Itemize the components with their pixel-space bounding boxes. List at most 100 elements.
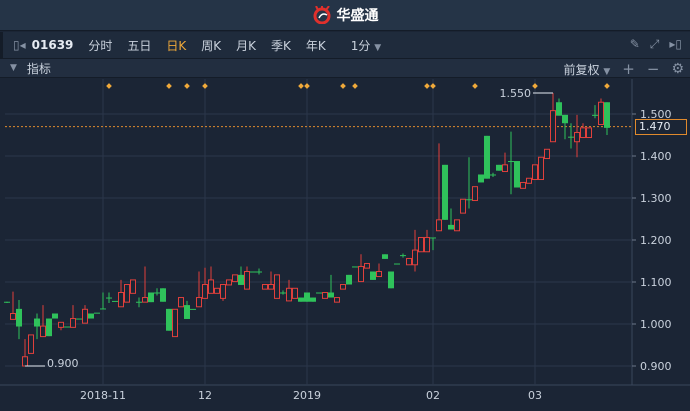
settings-gear-icon[interactable]: ⚙ <box>671 61 684 77</box>
candle-body-down <box>4 301 10 303</box>
tab-intraday[interactable]: 分时 <box>88 37 112 54</box>
y-tick-label: 1.300 <box>640 192 672 205</box>
candle-body-up <box>586 127 592 139</box>
candle-body-down <box>430 237 436 239</box>
indicator-toggle-icon[interactable]: ▼ <box>10 63 17 73</box>
candle-body-down <box>514 161 520 188</box>
candle-body-down <box>52 313 58 319</box>
candle-body-up <box>334 297 340 303</box>
candle-body-up <box>22 356 28 367</box>
event-marker <box>532 83 538 89</box>
candle-body-up <box>178 297 184 308</box>
candle-body-down <box>184 305 190 319</box>
candle-body-down <box>238 274 244 285</box>
candle-body-down <box>250 271 256 273</box>
y-tick-label: 1.200 <box>640 234 672 247</box>
candle-body-down <box>466 199 472 201</box>
candle-body-down <box>46 318 52 337</box>
candle-body-down <box>352 266 358 268</box>
candle-body-down <box>106 297 112 299</box>
event-marker <box>340 83 346 89</box>
candle-body-down <box>592 114 598 116</box>
candle-body-up <box>10 313 16 320</box>
chevron-down-icon: ▼ <box>603 66 611 77</box>
candle-body-up <box>292 287 298 299</box>
interval-dropdown[interactable]: 1分 ▼ <box>351 37 381 54</box>
event-marker <box>430 83 436 89</box>
candle-body-up <box>142 297 148 303</box>
candlestick-chart[interactable]: 1.5001.4001.3001.2001.1001.0000.9002018-… <box>0 79 690 411</box>
candle-body-up <box>28 334 34 354</box>
tab-weekly-k[interactable]: 周K <box>201 37 221 54</box>
candle-body-up <box>502 164 508 173</box>
candle-body-up <box>268 284 274 290</box>
y-tick-label: 1.100 <box>640 276 672 289</box>
zoom-out-icon[interactable]: − <box>647 60 660 78</box>
event-marker <box>604 83 610 89</box>
x-tick-label: 03 <box>528 389 542 402</box>
candle-body-up <box>172 308 178 338</box>
candle-body-down <box>160 288 166 302</box>
candle-body-down <box>100 308 106 310</box>
candle-body-up <box>262 284 268 290</box>
candle-body-up <box>202 284 208 299</box>
candle-body-up <box>580 127 586 139</box>
collapse-right-icon[interactable]: ▸▯ <box>669 37 682 52</box>
candle-body-down <box>304 292 310 302</box>
candle-body-down <box>604 102 610 128</box>
candle-body-down <box>328 292 334 298</box>
event-marker <box>106 83 112 89</box>
candle-body-down <box>310 297 316 302</box>
indicator-label[interactable]: 指标 <box>27 60 51 77</box>
tab-daily-k[interactable]: 日K <box>166 37 186 54</box>
candle-body-up <box>58 321 64 328</box>
current-price-label: 1.470 <box>635 119 687 135</box>
candle-body-up <box>532 164 538 181</box>
event-marker <box>202 83 208 89</box>
tab-quarterly-k[interactable]: 季K <box>271 37 291 54</box>
candle-body-up <box>124 284 130 303</box>
candle-body-down <box>490 174 496 176</box>
y-tick-label: 1.000 <box>640 318 672 331</box>
fullscreen-icon[interactable]: ⤢ <box>650 37 660 52</box>
tab-yearly-k[interactable]: 年K <box>306 37 326 54</box>
candle-body-up <box>526 177 532 184</box>
app-title: 华盛通 <box>336 8 379 24</box>
candle-body-up <box>364 263 370 269</box>
x-tick-label: 02 <box>426 389 440 402</box>
candle-body-up <box>244 271 250 290</box>
candle-body-down <box>298 297 304 302</box>
candle-body-up <box>418 236 424 253</box>
x-tick-label: 2019 <box>293 389 321 402</box>
collapse-left-icon[interactable]: ▯◂ <box>13 38 26 52</box>
candle-body-down <box>154 292 160 294</box>
event-marker <box>352 83 358 89</box>
candle-body-down <box>568 136 574 138</box>
candle-body-down <box>88 313 94 319</box>
candle-body-down <box>346 274 352 285</box>
tab-monthly-k[interactable]: 月K <box>236 37 256 54</box>
candle-body-up <box>322 292 328 299</box>
candle-body-up <box>358 265 364 283</box>
candle-body-down <box>34 318 40 327</box>
tab-five-day[interactable]: 五日 <box>127 37 151 54</box>
y-tick-label: 0.900 <box>640 360 672 373</box>
candle-body-up <box>40 325 46 338</box>
candle-body-down <box>112 300 118 302</box>
chevron-down-icon: ▼ <box>374 42 382 53</box>
candle-body-down <box>400 255 406 257</box>
candle-body-up <box>472 186 478 202</box>
stock-code: 01639 <box>31 38 74 52</box>
pencil-icon[interactable]: ✎ <box>630 37 640 52</box>
zoom-in-icon[interactable]: + <box>622 60 635 78</box>
candle-body-down <box>190 308 196 310</box>
candle-body-up <box>544 148 550 160</box>
candle-body-down <box>556 102 562 116</box>
candle-body-up <box>520 181 526 189</box>
candle-body-up <box>220 284 226 299</box>
candle-body-down <box>508 161 514 163</box>
x-tick-label: 12 <box>198 389 212 402</box>
candle-body-down <box>394 263 400 265</box>
adjust-dropdown[interactable]: 前复权 ▼ <box>564 61 611 78</box>
candle-body-down <box>382 254 388 259</box>
